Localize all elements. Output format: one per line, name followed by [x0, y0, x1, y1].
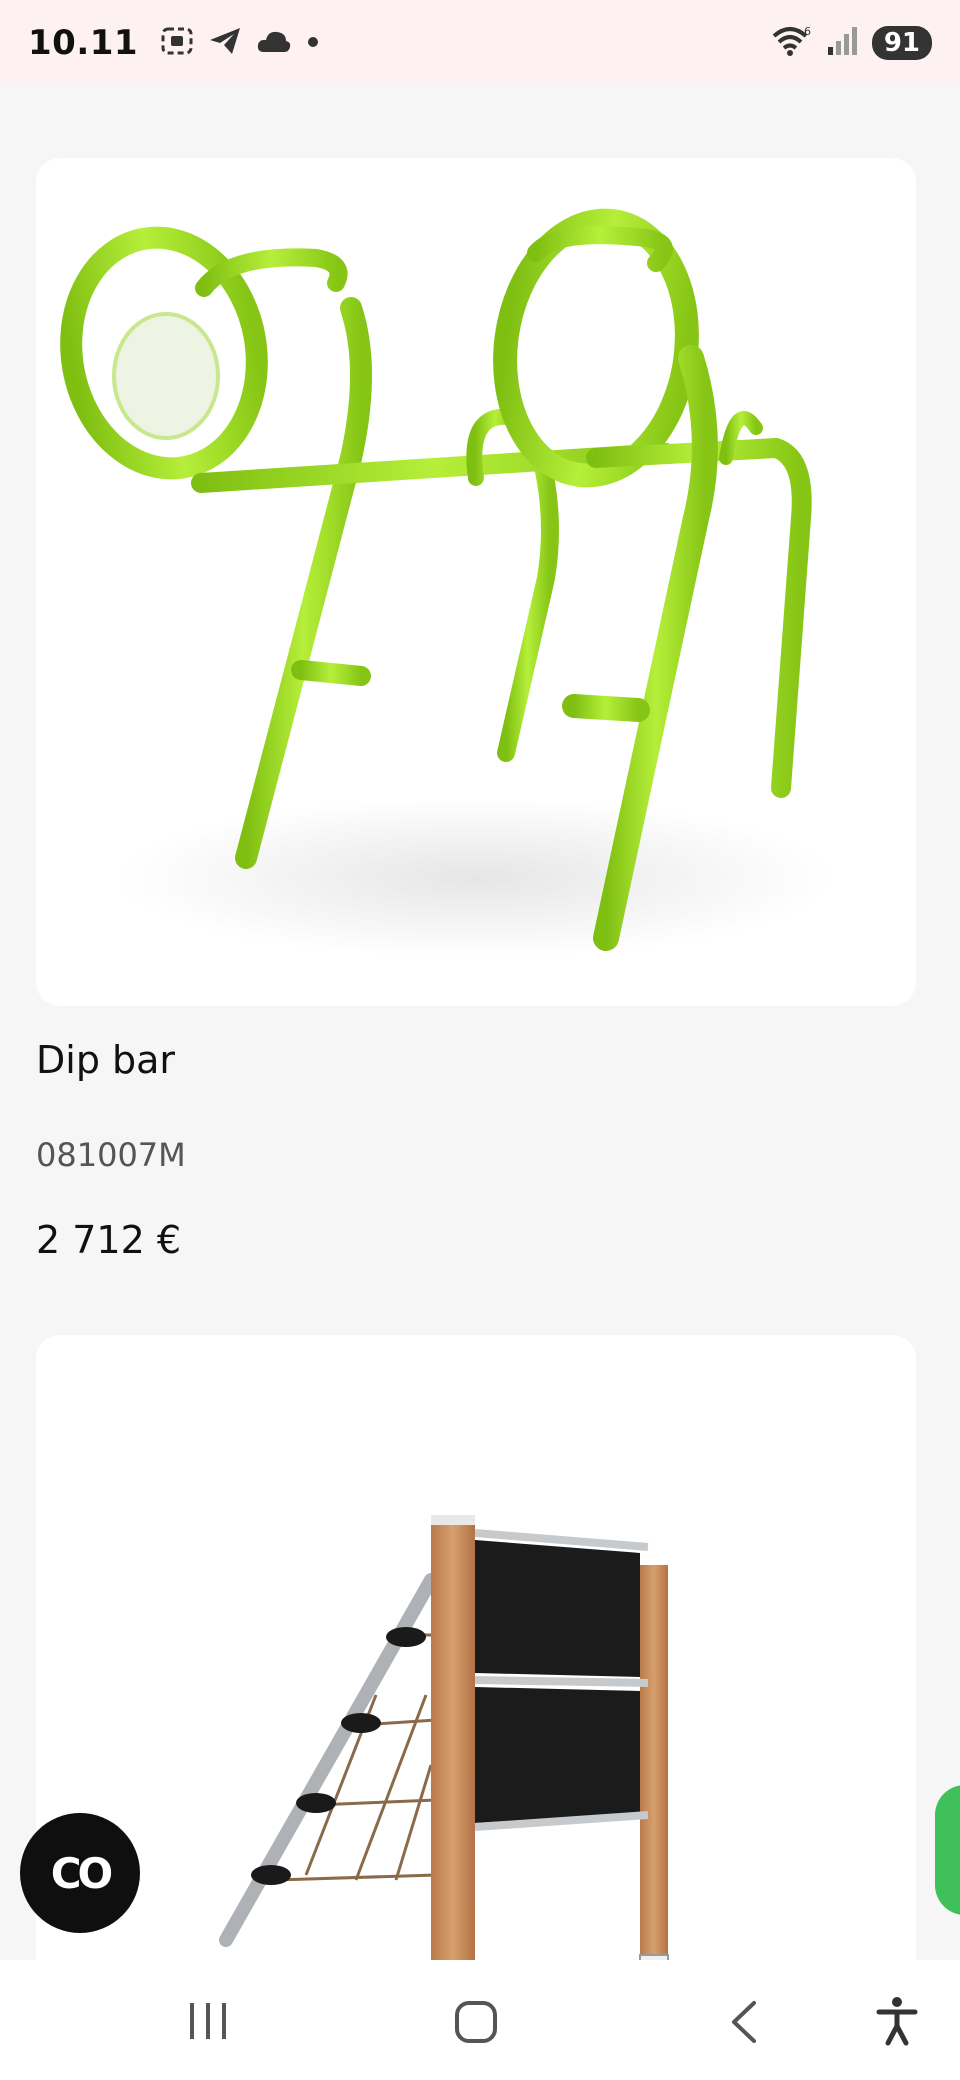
battery-indicator: 91: [871, 26, 932, 60]
product-card-image[interactable]: [36, 1335, 916, 2045]
system-nav-bar: [0, 1960, 960, 2080]
cloud-icon: [256, 28, 292, 58]
status-time: 10.11: [28, 23, 139, 63]
product-card-image[interactable]: [36, 158, 916, 1006]
signal-icon: [826, 25, 860, 61]
climbing-wall-net-image: [219, 1515, 669, 2045]
home-icon[interactable]: [454, 2000, 498, 2048]
product-code: 081007M: [36, 1136, 186, 1174]
co-chat-button[interactable]: CO: [20, 1813, 140, 1933]
green-dip-bar-image: [60, 208, 836, 958]
green-floating-button[interactable]: [935, 1785, 960, 1915]
product-name[interactable]: Dip bar: [36, 1038, 175, 1082]
wifi-icon: 6: [770, 24, 814, 62]
product-price: 2 712 €: [36, 1218, 182, 1262]
status-bar: 10.11 6 91: [0, 0, 960, 86]
telegram-icon: [208, 26, 242, 60]
back-icon[interactable]: [728, 2000, 760, 2048]
co-button-label: CO: [50, 1848, 113, 1898]
accessibility-icon[interactable]: [876, 1996, 918, 2050]
dot-icon: [306, 34, 320, 53]
recent-apps-icon[interactable]: [186, 2000, 230, 2046]
svg-text:6: 6: [804, 25, 811, 38]
screen-record-icon: [160, 26, 194, 60]
